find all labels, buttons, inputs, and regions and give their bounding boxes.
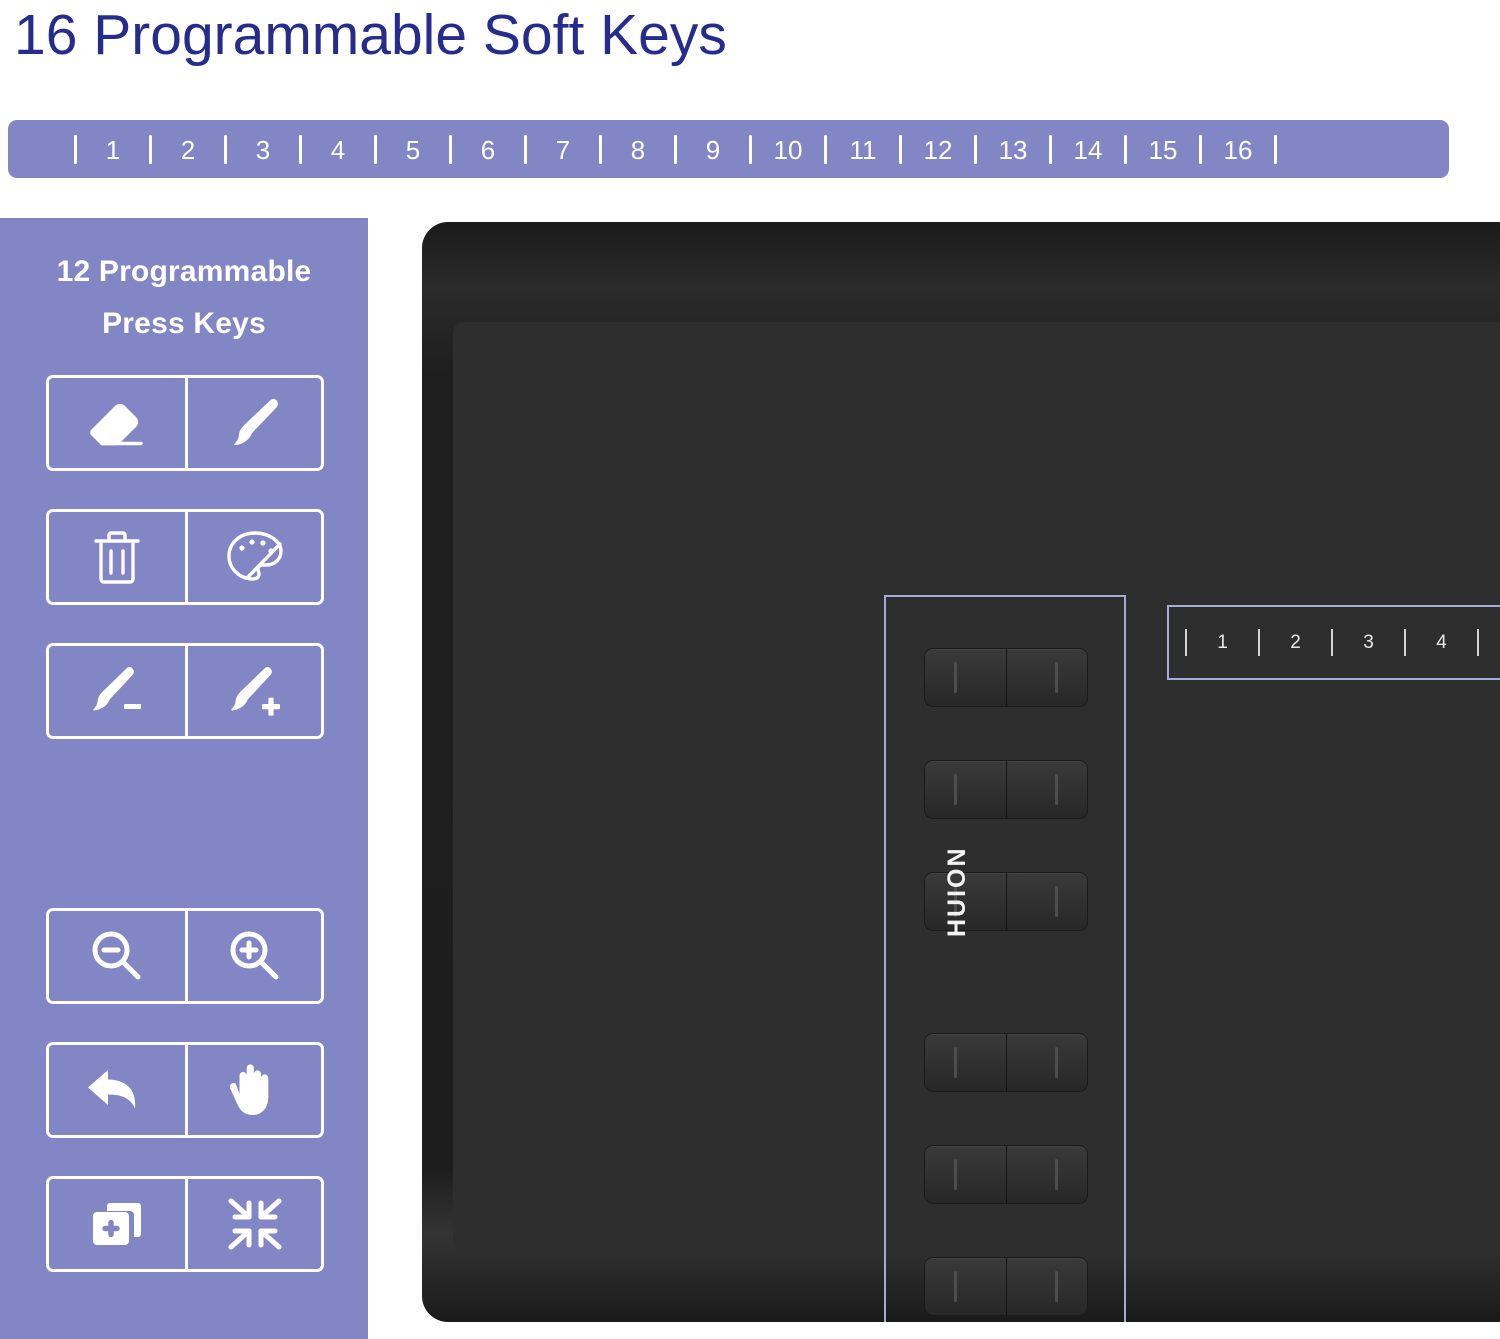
softkey-label-11[interactable]: 11 bbox=[827, 137, 899, 163]
tablet-press-key-column bbox=[884, 595, 1126, 1322]
softkey-label-3[interactable]: 3 bbox=[227, 137, 299, 163]
softkey-label-9[interactable]: 9 bbox=[677, 137, 749, 163]
brush-size-increase-icon bbox=[224, 664, 286, 718]
press-key-mark-icon bbox=[954, 1047, 957, 1078]
zoom-out-icon bbox=[88, 928, 146, 984]
softkey-label-12[interactable]: 12 bbox=[902, 137, 974, 163]
collapse-icon bbox=[227, 1197, 283, 1251]
press-key-button-brush-size-increase[interactable] bbox=[185, 646, 321, 736]
softkey-tick bbox=[1274, 134, 1277, 164]
press-key-row bbox=[46, 1176, 324, 1272]
tablet-softkey-label-3[interactable]: 3 bbox=[1333, 633, 1404, 652]
tablet-press-key[interactable] bbox=[924, 648, 1088, 707]
tablet-softkey-label-2[interactable]: 2 bbox=[1260, 633, 1331, 652]
add-layer-icon bbox=[89, 1197, 145, 1251]
press-key-button-color-palette[interactable] bbox=[185, 512, 321, 602]
press-keys-panel-title: 12 Programmable Press Keys bbox=[0, 218, 368, 350]
press-key-row bbox=[46, 375, 324, 471]
press-key-mark-icon bbox=[1055, 1159, 1058, 1190]
tablet-softkey-label-4[interactable]: 4 bbox=[1406, 633, 1477, 652]
tablet-press-key-half[interactable] bbox=[1005, 1146, 1088, 1203]
softkey-label-8[interactable]: 8 bbox=[602, 137, 674, 163]
tablet-press-key-half[interactable] bbox=[1005, 761, 1088, 818]
softkey-label-5[interactable]: 5 bbox=[377, 137, 449, 163]
press-key-mark-icon bbox=[1055, 662, 1058, 693]
softkey-bar: 1 2 3 4 5 6 7 8 9 10 11 12 13 14 15 16 bbox=[8, 120, 1449, 178]
tablet-press-key-half[interactable] bbox=[1005, 1258, 1088, 1315]
press-key-button-trash[interactable] bbox=[49, 512, 185, 602]
tablet-press-key-half[interactable] bbox=[1005, 873, 1088, 930]
press-key-row bbox=[46, 509, 324, 605]
tablet-press-key-half[interactable] bbox=[925, 761, 1006, 818]
tablet-press-key-half[interactable] bbox=[1005, 1034, 1088, 1091]
press-key-mark-icon bbox=[954, 1159, 957, 1190]
trash-icon bbox=[92, 529, 142, 585]
tablet-press-key-half[interactable] bbox=[925, 1034, 1006, 1091]
eraser-icon bbox=[86, 398, 148, 448]
tablet-press-key[interactable] bbox=[924, 1145, 1088, 1204]
undo-icon bbox=[86, 1064, 148, 1116]
press-key-button-eraser[interactable] bbox=[49, 378, 185, 468]
press-key-button-collapse[interactable] bbox=[185, 1179, 321, 1269]
press-key-mark-icon bbox=[1055, 1271, 1058, 1302]
press-key-mark-icon bbox=[1055, 886, 1058, 917]
softkey-label-6[interactable]: 6 bbox=[452, 137, 524, 163]
zoom-in-icon bbox=[226, 928, 284, 984]
softkey-label-13[interactable]: 13 bbox=[977, 137, 1049, 163]
press-key-button-brush-size-decrease[interactable] bbox=[49, 646, 185, 736]
hand-pan-icon bbox=[229, 1061, 281, 1119]
tablet-softkey-label-1[interactable]: 1 bbox=[1187, 633, 1258, 652]
press-key-mark-icon bbox=[954, 774, 957, 805]
softkey-label-14[interactable]: 14 bbox=[1052, 137, 1124, 163]
huion-brand-logo: HUION bbox=[943, 846, 971, 937]
press-key-row bbox=[46, 643, 324, 739]
brush-size-decrease-icon bbox=[86, 664, 148, 718]
press-key-button-undo[interactable] bbox=[49, 1045, 185, 1135]
press-key-mark-icon bbox=[1055, 774, 1058, 805]
softkey-label-2[interactable]: 2 bbox=[152, 137, 224, 163]
press-key-button-zoom-out[interactable] bbox=[49, 911, 185, 1001]
softkey-label-16[interactable]: 16 bbox=[1202, 137, 1274, 163]
press-key-mark-icon bbox=[1055, 1047, 1058, 1078]
softkey-label-4[interactable]: 4 bbox=[302, 137, 374, 163]
tablet-press-key[interactable] bbox=[924, 1033, 1088, 1092]
tablet-softkey-strip: 12345678910 bbox=[1167, 605, 1500, 680]
press-key-button-paintbrush[interactable] bbox=[185, 378, 321, 468]
press-key-mark-icon bbox=[954, 1271, 957, 1302]
press-key-mark-icon bbox=[954, 662, 957, 693]
press-key-row bbox=[46, 1042, 324, 1138]
softkey-label-10[interactable]: 10 bbox=[752, 137, 824, 163]
press-keys-panel: 12 Programmable Press Keys bbox=[0, 218, 368, 1339]
graphics-tablet: HUION 12345678910 bbox=[422, 222, 1500, 1322]
press-keys-panel-title-line2: Press Keys bbox=[102, 307, 266, 340]
press-key-group-drawing-tools bbox=[46, 375, 324, 739]
tablet-press-key-half[interactable] bbox=[1005, 649, 1088, 706]
page-title: 16 Programmable Soft Keys bbox=[14, 3, 727, 67]
press-key-group-view-tools bbox=[46, 908, 324, 1272]
press-key-button-add-layer[interactable] bbox=[49, 1179, 185, 1269]
softkey-label-1[interactable]: 1 bbox=[77, 137, 149, 163]
press-key-row bbox=[46, 908, 324, 1004]
tablet-press-key-half[interactable] bbox=[925, 649, 1006, 706]
tablet-press-key[interactable] bbox=[924, 1257, 1088, 1316]
press-key-button-hand-pan[interactable] bbox=[185, 1045, 321, 1135]
press-key-button-zoom-in[interactable] bbox=[185, 911, 321, 1001]
paintbrush-icon bbox=[226, 394, 284, 452]
tablet-press-key-half[interactable] bbox=[925, 1146, 1006, 1203]
press-keys-panel-title-line1: 12 Programmable bbox=[56, 255, 312, 288]
color-palette-icon bbox=[224, 529, 286, 585]
softkey-label-15[interactable]: 15 bbox=[1127, 137, 1199, 163]
softkey-label-7[interactable]: 7 bbox=[527, 137, 599, 163]
tablet-press-key-half[interactable] bbox=[925, 1258, 1006, 1315]
tablet-press-key[interactable] bbox=[924, 760, 1088, 819]
tablet-softkey-label-5[interactable]: 5 bbox=[1479, 633, 1500, 652]
